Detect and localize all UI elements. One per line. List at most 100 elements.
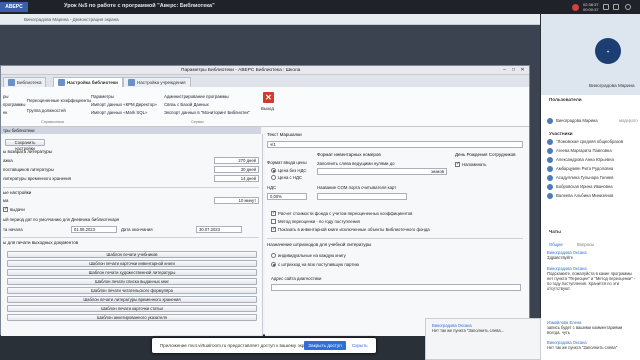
ribbon-item[interactable]: Импорт данных «КРМ Директор» bbox=[91, 102, 157, 107]
ribbon-item[interactable]: ек bbox=[3, 110, 7, 115]
settings-icon[interactable] bbox=[613, 4, 619, 10]
checkbox[interactable] bbox=[455, 161, 460, 168]
participant-item[interactable]: Асадуллина Гульнара Галиев bbox=[547, 175, 613, 181]
days-field[interactable]: 270 дней bbox=[214, 157, 259, 164]
participant-item[interactable]: Валеева Альбина Минизянов bbox=[547, 193, 613, 199]
meeting-title: Урок №5 по работе с программой "Аверс: Б… bbox=[64, 3, 215, 9]
chats-title: Чаты bbox=[549, 229, 561, 234]
maximize-icon[interactable]: □ bbox=[510, 67, 517, 73]
marshal-text-field[interactable]: ч/1 bbox=[267, 141, 523, 148]
tab-institution-settings[interactable]: Настройка учреждения bbox=[123, 77, 191, 87]
exit-icon[interactable]: ✕ bbox=[263, 92, 274, 103]
institution-icon bbox=[128, 79, 135, 86]
exit-label[interactable]: Выход bbox=[261, 106, 274, 111]
avatar bbox=[547, 166, 553, 172]
right-panel: Текст Маршалки ч/1 Формат инвентарных но… bbox=[265, 127, 529, 336]
radio-price-no-vat[interactable]: Цена без НДС bbox=[271, 168, 307, 174]
user-icon[interactable] bbox=[625, 4, 631, 10]
field-label: та начала bbox=[3, 227, 23, 232]
report-template-button[interactable]: Шаблон анкетированного указателя bbox=[7, 314, 257, 321]
section-title: ы возврата литературы bbox=[3, 149, 53, 154]
radio-barcode-individual[interactable]: индивидуальные на каждую книгу bbox=[271, 253, 346, 259]
current-user[interactable]: Виноградова Марина bbox=[547, 118, 598, 124]
checkbox-revaluation[interactable]: Расчет стоимости фонда с учетом переоцен… bbox=[271, 210, 412, 217]
days-field[interactable]: 14 дней bbox=[214, 175, 259, 182]
chat-notification[interactable]: Виноградова Оксана Нет так же пункта "Зап… bbox=[425, 318, 541, 360]
checkbox-show-excluded[interactable]: Показать в инвентарной книге исключенные… bbox=[271, 226, 430, 233]
minutes-field[interactable]: 10 минут bbox=[214, 197, 259, 204]
ribbon-item[interactable]: Переоцененные коэффициенты bbox=[27, 98, 91, 103]
ribbon-item[interactable]: Связь с Базой Данных bbox=[164, 102, 209, 107]
camera-tile bbox=[541, 14, 640, 102]
avatar bbox=[547, 193, 553, 199]
report-template-button[interactable]: Шаблон печати литературы временного хран… bbox=[7, 296, 257, 303]
participant-item[interactable]: Агеева Маргарита Павловна bbox=[547, 148, 612, 154]
vat-field[interactable]: 0,00% bbox=[267, 193, 307, 200]
radio[interactable] bbox=[271, 262, 276, 268]
checkbox[interactable] bbox=[271, 210, 276, 217]
report-template-button[interactable]: Шаблон печати карточки инвентарной книги bbox=[7, 260, 257, 267]
chat-tab-questions[interactable]: Вопросы bbox=[577, 242, 594, 247]
field-label: Заполнить слева ведущими нулями до bbox=[317, 161, 395, 166]
participant-item[interactable]: Амбарцумян Рита Рудоловна bbox=[547, 166, 613, 172]
checkbox[interactable] bbox=[3, 206, 8, 213]
screen-share-toast: Приложение mv4.virtualroom.ru предоставл… bbox=[152, 338, 376, 353]
window-title: Параметры Библиотеки - АВЕРС Библиотека … bbox=[181, 68, 301, 73]
section-title: Назначение штрихкодов для учебной литера… bbox=[267, 242, 372, 247]
radio[interactable] bbox=[271, 168, 276, 174]
tab-library-settings[interactable]: Настройка библиотеки bbox=[53, 77, 123, 87]
panel-header: тры библиотеки bbox=[1, 127, 261, 134]
screen-icon[interactable] bbox=[603, 4, 609, 10]
report-template-button[interactable]: Шаблон печати списка выданных книг bbox=[7, 278, 257, 285]
save-settings-button[interactable]: Сохранить настройки bbox=[5, 139, 45, 151]
chat-message: Виноградова Оксана Подскажите, пожалуйста… bbox=[547, 266, 636, 291]
participants-title: Участники bbox=[549, 131, 573, 136]
report-template-button[interactable]: Шаблон печати художественной литературы bbox=[7, 269, 257, 276]
participant-item[interactable]: "Ломовская средняя общеобразов bbox=[547, 139, 623, 145]
ribbon: ры программы ек Переоцененные коэффициен… bbox=[1, 87, 529, 127]
checkbox-vydacha[interactable]: выдачи bbox=[3, 206, 25, 213]
ribbon-item[interactable]: Экспорт данных в "Мониторинг Библиотек" bbox=[164, 110, 250, 115]
close-icon[interactable]: ✕ bbox=[519, 67, 526, 73]
diagnostics-url-field[interactable] bbox=[271, 284, 521, 291]
ribbon-item[interactable]: ры bbox=[3, 94, 8, 99]
record-icon[interactable] bbox=[572, 4, 579, 11]
field-label: ый период дат по умолчанию для Дневника … bbox=[3, 217, 120, 222]
start-date-field[interactable]: 01.08.2023 bbox=[71, 226, 117, 233]
window-titlebar: Параметры Библиотеки - АВЕРС Библиотека … bbox=[1, 66, 529, 75]
section-title: ы для печати выходных документов bbox=[3, 240, 79, 245]
timer: 02:38:37 00:00:37 bbox=[583, 2, 599, 12]
leading-zeros-field[interactable]: знаков bbox=[317, 168, 447, 175]
radio[interactable] bbox=[271, 175, 276, 181]
share-label: Виноградова Марина - Демонстрация экрана bbox=[24, 17, 119, 22]
com-port-field[interactable] bbox=[317, 193, 407, 200]
stop-sharing-button[interactable]: Закрыть доступ bbox=[304, 341, 346, 350]
participant-item[interactable]: Бобровская Ирина Ивановна bbox=[547, 184, 613, 190]
ribbon-item[interactable]: Группа должностей bbox=[27, 108, 66, 113]
ribbon-tabs: Библиотека Настройка библиотеки Настройк… bbox=[1, 75, 529, 87]
end-date-field[interactable]: 30.07.2023 bbox=[196, 226, 242, 233]
ribbon-item[interactable]: Импорт данных «Mark SQL» bbox=[91, 110, 147, 115]
report-template-button[interactable]: Шаблон печати карточки статьи bbox=[7, 305, 257, 312]
field-label: ажка bbox=[3, 158, 13, 163]
checkbox-remind[interactable]: Напоминать bbox=[455, 161, 486, 168]
report-template-button[interactable]: Шаблон печати читательского формуляра bbox=[7, 287, 257, 294]
toast-text: Приложение mv4.virtualroom.ru предоставл… bbox=[160, 343, 313, 348]
checkbox[interactable] bbox=[271, 219, 276, 225]
days-field[interactable]: 30 дней bbox=[214, 166, 259, 173]
radio-price-vat[interactable]: Цена с НДС bbox=[271, 175, 302, 181]
checkbox[interactable] bbox=[271, 226, 276, 233]
field-label: НДС bbox=[267, 185, 277, 190]
report-template-button[interactable]: Шаблон печати учебников bbox=[7, 251, 257, 258]
ribbon-item[interactable]: Параметры bbox=[91, 94, 114, 99]
chat-tab-general[interactable]: Общие bbox=[549, 242, 563, 247]
ribbon-item[interactable]: Администрирование программы bbox=[164, 94, 229, 99]
ribbon-item[interactable]: программы bbox=[3, 102, 25, 107]
hide-toast-link[interactable]: Скрыть bbox=[352, 343, 368, 348]
radio[interactable] bbox=[271, 253, 276, 259]
checkbox-revaluation-method[interactable]: Метод переоценки - по году поступления bbox=[271, 219, 360, 225]
minimize-icon[interactable]: – bbox=[501, 67, 508, 73]
participant-item[interactable]: Александрова Анна Юрьевна bbox=[547, 157, 614, 163]
radio-barcode-batch[interactable]: с штрихкод на всю поступившую партию bbox=[271, 262, 359, 268]
tab-library[interactable]: Библиотека bbox=[3, 77, 47, 87]
